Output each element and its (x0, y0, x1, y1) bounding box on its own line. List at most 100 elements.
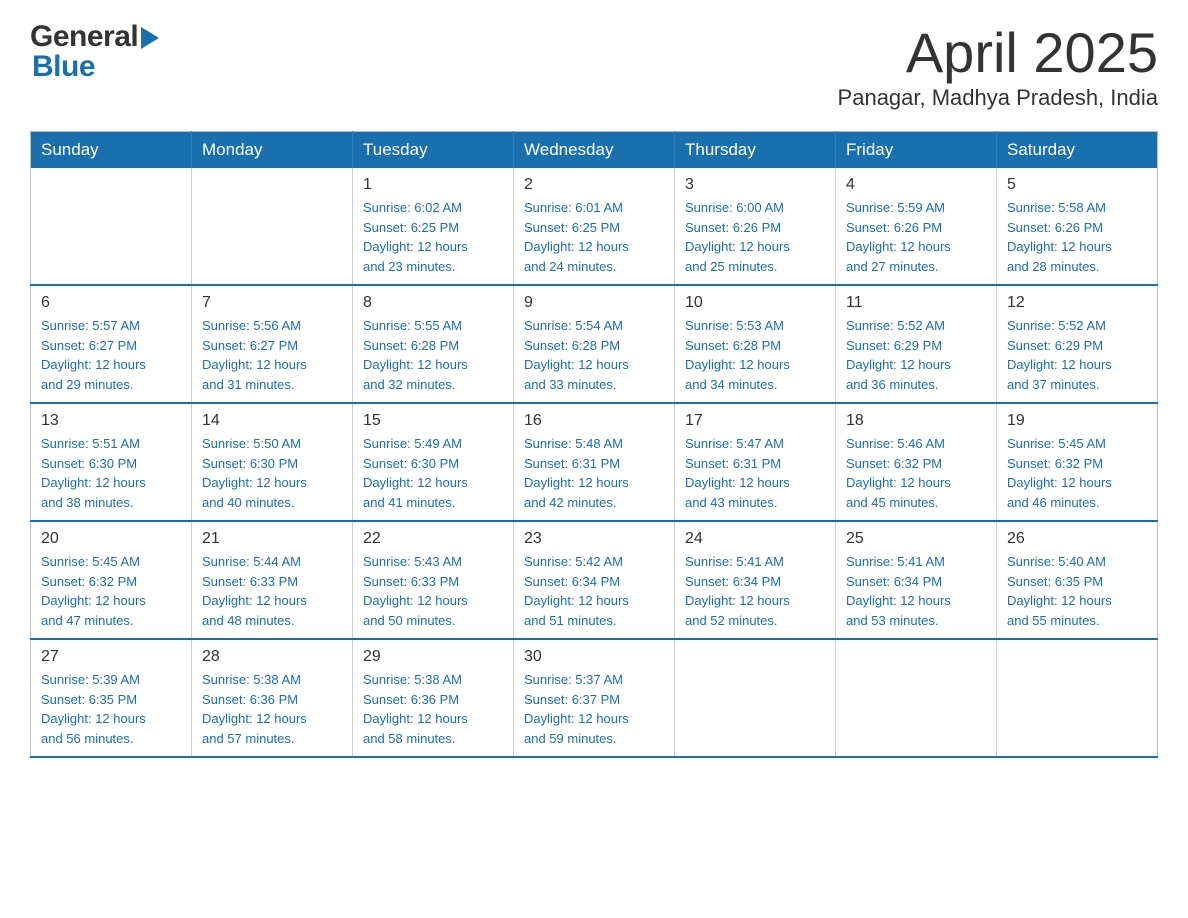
calendar-cell: 1 Sunrise: 6:02 AMSunset: 6:25 PMDaylight… (353, 168, 514, 285)
calendar-cell: 14 Sunrise: 5:50 AMSunset: 6:30 PMDayligh… (192, 403, 353, 521)
day-info: Sunrise: 5:54 AMSunset: 6:28 PMDaylight:… (524, 316, 664, 394)
calendar-cell: 3Sunrise: 6:00 AMSunset: 6:26 PMDaylight… (675, 168, 836, 285)
day-info: Sunrise: 5:40 AMSunset: 6:35 PMDaylight:… (1007, 552, 1147, 630)
calendar-week-row: 1 Sunrise: 6:02 AMSunset: 6:25 PMDaylight… (31, 168, 1158, 285)
day-info: Sunrise: 5:50 AMSunset: 6:30 PMDaylight:… (202, 434, 342, 512)
day-number: 1 (363, 176, 503, 194)
day-info: Sunrise: 6:01 AMSunset: 6:25 PMDaylight:… (524, 198, 664, 276)
day-number: 25 (846, 530, 986, 548)
day-number: 4 (846, 176, 986, 194)
day-number: 19 (1007, 412, 1147, 430)
calendar-week-row: 20Sunrise: 5:45 AMSunset: 6:32 PMDayligh… (31, 521, 1158, 639)
calendar-cell: 15 Sunrise: 5:49 AMSunset: 6:30 PMDayligh… (353, 403, 514, 521)
weekday-header-sunday: Sunday (31, 132, 192, 169)
calendar-cell: 23 Sunrise: 5:42 AMSunset: 6:34 PMDayligh… (514, 521, 675, 639)
day-info: Sunrise: 5:38 AMSunset: 6:36 PMDaylight:… (363, 670, 503, 748)
calendar-cell: 22 Sunrise: 5:43 AMSunset: 6:33 PMDayligh… (353, 521, 514, 639)
page-header: General Blue April 2025 Panagar, Madhya … (30, 20, 1158, 111)
day-number: 2 (524, 176, 664, 194)
day-number: 11 (846, 294, 986, 312)
day-number: 17 (685, 412, 825, 430)
day-info: Sunrise: 5:55 AMSunset: 6:28 PMDaylight:… (363, 316, 503, 394)
day-number: 23 (524, 530, 664, 548)
calendar-week-row: 13 Sunrise: 5:51 AMSunset: 6:30 PMDayligh… (31, 403, 1158, 521)
calendar-week-row: 6 Sunrise: 5:57 AMSunset: 6:27 PMDaylight… (31, 285, 1158, 403)
day-info: Sunrise: 5:52 AMSunset: 6:29 PMDaylight:… (846, 316, 986, 394)
calendar-cell (192, 168, 353, 285)
day-number: 15 (363, 412, 503, 430)
day-info: Sunrise: 5:57 AMSunset: 6:27 PMDaylight:… (41, 316, 181, 394)
location-title: Panagar, Madhya Pradesh, India (838, 85, 1158, 111)
day-number: 20 (41, 530, 181, 548)
calendar-cell: 21 Sunrise: 5:44 AMSunset: 6:33 PMDayligh… (192, 521, 353, 639)
logo: General Blue (30, 20, 159, 84)
day-info: Sunrise: 5:52 AMSunset: 6:29 PMDaylight:… (1007, 316, 1147, 394)
title-section: April 2025 Panagar, Madhya Pradesh, Indi… (838, 20, 1158, 111)
day-info: Sunrise: 6:00 AMSunset: 6:26 PMDaylight:… (685, 198, 825, 276)
calendar-cell (836, 639, 997, 757)
day-info: Sunrise: 5:41 AMSunset: 6:34 PMDaylight:… (685, 552, 825, 630)
day-info: Sunrise: 5:51 AMSunset: 6:30 PMDaylight:… (41, 434, 181, 512)
calendar-cell: 29 Sunrise: 5:38 AMSunset: 6:36 PMDayligh… (353, 639, 514, 757)
day-number: 26 (1007, 530, 1147, 548)
logo-blue-text: Blue (32, 50, 95, 84)
calendar-cell: 24 Sunrise: 5:41 AMSunset: 6:34 PMDayligh… (675, 521, 836, 639)
weekday-header-tuesday: Tuesday (353, 132, 514, 169)
logo-general-text: General (30, 20, 138, 54)
day-number: 22 (363, 530, 503, 548)
calendar-cell: 5Sunrise: 5:58 AMSunset: 6:26 PMDaylight… (997, 168, 1158, 285)
calendar-cell: 9 Sunrise: 5:54 AMSunset: 6:28 PMDaylight… (514, 285, 675, 403)
weekday-header-thursday: Thursday (675, 132, 836, 169)
day-info: Sunrise: 5:45 AMSunset: 6:32 PMDaylight:… (1007, 434, 1147, 512)
calendar-cell: 17 Sunrise: 5:47 AMSunset: 6:31 PMDayligh… (675, 403, 836, 521)
day-number: 6 (41, 294, 181, 312)
day-number: 30 (524, 648, 664, 666)
day-info: Sunrise: 5:47 AMSunset: 6:31 PMDaylight:… (685, 434, 825, 512)
day-info: Sunrise: 5:42 AMSunset: 6:34 PMDaylight:… (524, 552, 664, 630)
calendar-cell: 16Sunrise: 5:48 AMSunset: 6:31 PMDayligh… (514, 403, 675, 521)
weekday-header-monday: Monday (192, 132, 353, 169)
day-number: 13 (41, 412, 181, 430)
day-number: 29 (363, 648, 503, 666)
calendar-cell: 7 Sunrise: 5:56 AMSunset: 6:27 PMDaylight… (192, 285, 353, 403)
day-number: 9 (524, 294, 664, 312)
calendar-cell: 30Sunrise: 5:37 AMSunset: 6:37 PMDayligh… (514, 639, 675, 757)
day-info: Sunrise: 5:58 AMSunset: 6:26 PMDaylight:… (1007, 198, 1147, 276)
calendar-cell: 28Sunrise: 5:38 AMSunset: 6:36 PMDayligh… (192, 639, 353, 757)
weekday-header-wednesday: Wednesday (514, 132, 675, 169)
calendar-cell (997, 639, 1158, 757)
day-info: Sunrise: 5:59 AMSunset: 6:26 PMDaylight:… (846, 198, 986, 276)
day-number: 21 (202, 530, 342, 548)
calendar-cell: 2 Sunrise: 6:01 AMSunset: 6:25 PMDaylight… (514, 168, 675, 285)
weekday-header-saturday: Saturday (997, 132, 1158, 169)
day-info: Sunrise: 5:48 AMSunset: 6:31 PMDaylight:… (524, 434, 664, 512)
day-number: 27 (41, 648, 181, 666)
day-info: Sunrise: 6:02 AMSunset: 6:25 PMDaylight:… (363, 198, 503, 276)
calendar-table: SundayMondayTuesdayWednesdayThursdayFrid… (30, 131, 1158, 758)
calendar-cell: 25Sunrise: 5:41 AMSunset: 6:34 PMDayligh… (836, 521, 997, 639)
calendar-cell: 8 Sunrise: 5:55 AMSunset: 6:28 PMDaylight… (353, 285, 514, 403)
calendar-cell: 26 Sunrise: 5:40 AMSunset: 6:35 PMDayligh… (997, 521, 1158, 639)
calendar-cell: 18Sunrise: 5:46 AMSunset: 6:32 PMDayligh… (836, 403, 997, 521)
calendar-week-row: 27 Sunrise: 5:39 AMSunset: 6:35 PMDayligh… (31, 639, 1158, 757)
day-number: 7 (202, 294, 342, 312)
day-info: Sunrise: 5:44 AMSunset: 6:33 PMDaylight:… (202, 552, 342, 630)
calendar-cell (31, 168, 192, 285)
day-number: 28 (202, 648, 342, 666)
calendar-cell: 11 Sunrise: 5:52 AMSunset: 6:29 PMDayligh… (836, 285, 997, 403)
calendar-cell: 10Sunrise: 5:53 AMSunset: 6:28 PMDayligh… (675, 285, 836, 403)
day-number: 18 (846, 412, 986, 430)
calendar-cell: 6 Sunrise: 5:57 AMSunset: 6:27 PMDaylight… (31, 285, 192, 403)
calendar-cell: 20Sunrise: 5:45 AMSunset: 6:32 PMDayligh… (31, 521, 192, 639)
day-info: Sunrise: 5:43 AMSunset: 6:33 PMDaylight:… (363, 552, 503, 630)
weekday-header-friday: Friday (836, 132, 997, 169)
calendar-cell (675, 639, 836, 757)
month-title: April 2025 (838, 20, 1158, 85)
day-number: 8 (363, 294, 503, 312)
day-info: Sunrise: 5:49 AMSunset: 6:30 PMDaylight:… (363, 434, 503, 512)
day-info: Sunrise: 5:39 AMSunset: 6:35 PMDaylight:… (41, 670, 181, 748)
day-info: Sunrise: 5:56 AMSunset: 6:27 PMDaylight:… (202, 316, 342, 394)
day-number: 24 (685, 530, 825, 548)
calendar-cell: 4 Sunrise: 5:59 AMSunset: 6:26 PMDaylight… (836, 168, 997, 285)
day-number: 14 (202, 412, 342, 430)
